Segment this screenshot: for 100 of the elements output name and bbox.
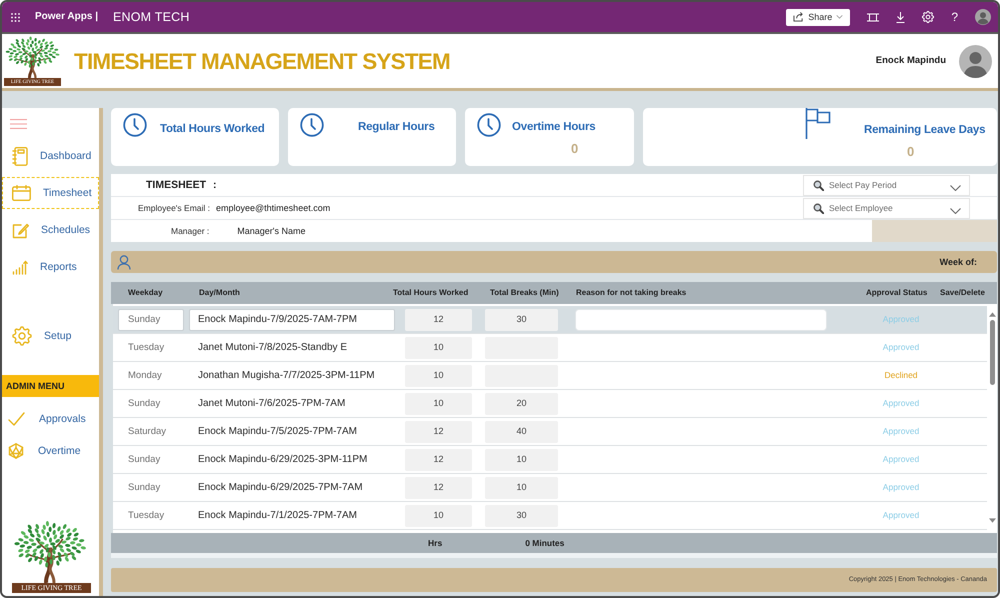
hours-field: 10 [405,504,472,526]
employee-dropdown[interactable]: Select Employee [803,198,970,218]
bar-chart-icon [12,260,28,274]
table-row[interactable]: Tuesday Janet Mutoni-7/8/2025-Standby E 10 Approved [113,334,987,362]
settings-icon[interactable] [922,11,934,23]
manager-value: Manager's Name [237,226,306,236]
email-value: employee@thtimesheet.com [216,202,330,214]
day-month-text: Enock Mapindu-7/5/2025-7PM-7AM [198,426,357,438]
download-icon[interactable] [896,12,906,22]
table-row[interactable]: Sunday Janet Mutoni-7/6/2025-7PM-7AM 10 20 Approved [113,390,987,418]
person-icon[interactable] [117,254,131,270]
breaks-field: 10 [485,476,558,498]
column-header: Total Hours Worked [393,288,468,298]
hours-field: 12 [405,476,472,498]
day-month-text: Janet Mutoni-7/6/2025-7PM-7AM [198,398,346,410]
reason-field[interactable] [575,308,827,330]
sidebar-item[interactable]: Reports [2,251,82,283]
hours-field: 10 [405,336,472,358]
table-row[interactable]: Tuesday Enock Mapindu-7/1/2025-7PM-7AM 10 30 Approved [113,502,987,530]
hours-field: 10 [405,392,472,414]
user-avatar[interactable] [959,44,992,78]
check-icon [8,412,25,426]
search-icon [813,180,824,190]
weekday-text: Saturday [128,426,166,438]
avatar-icon[interactable] [975,9,991,25]
chevron-down-icon [950,208,961,214]
tree-logo-icon [4,36,61,78]
approval-status: Approved [882,454,920,465]
column-header: Weekday [128,288,163,298]
column-header: Save/Delete [940,288,985,298]
app-name: Power Apps | [35,11,98,23]
column-header: Day/Month [199,288,240,298]
breaks-field: 40 [485,420,558,442]
share-button[interactable]: Share [786,8,850,26]
week-label: Week of: [940,256,977,268]
approval-status: Approved [882,342,920,353]
approval-status: Approved [882,426,920,437]
approval-status: Approved [882,482,920,493]
table-row[interactable]: Monday Jonathan Mugisha-7/7/2025-3PM-11PM 10 Declined [113,362,987,390]
approval-status: Approved [882,314,920,325]
clock-icon [300,113,324,137]
menu-icon[interactable] [10,119,27,129]
hours-field: 10 [405,364,472,386]
table-row[interactable]: Saturday Enock Mapindu-7/5/2025-7PM-7AM 12 40 Approved [113,418,987,446]
day-month-text: Jonathan Mugisha-7/7/2025-3PM-11PM [198,370,375,382]
settings-icon [12,326,32,346]
scroll-down-icon[interactable] [988,518,996,523]
weekday-text: Sunday [128,454,160,466]
search-icon [813,202,824,214]
admin-menu-heading: ADMIN MENU [2,375,99,397]
chevron-down-icon [950,184,961,191]
clock-icon [477,113,501,137]
table-row[interactable]: Sunday Enock Mapindu-6/29/2025-3PM-11PM 12 10 Approved [113,446,987,474]
scrollbar-thumb[interactable] [990,320,994,385]
breaks-field: 20 [485,392,558,414]
card-title: Remaining Leave Days [864,123,986,137]
sidebar-item[interactable]: Schedules [2,214,96,246]
weekday-field[interactable]: Sunday [118,308,184,330]
hours-field: 12 [405,448,472,470]
approval-status: Declined [884,370,918,381]
card-title: Overtime Hours [512,120,596,134]
share-icon [793,12,804,22]
breaks-field[interactable]: 30 [485,308,558,330]
weekday-text: Sunday [128,398,160,410]
app-launcher-icon[interactable] [11,12,20,22]
breaks-field: 10 [485,448,558,470]
help-button[interactable]: ? [951,11,958,23]
tree-logo-icon [12,520,88,583]
total-breaks: 0 Minutes [525,538,564,548]
column-header: Total Breaks (Min) [490,288,559,298]
card-title: Total Hours Worked [160,122,265,136]
pay-period-dropdown[interactable]: Select Pay Period [803,174,970,196]
approval-status: Approved [882,510,920,521]
table-row[interactable]: Sunday Enock Mapindu-6/29/2025-7PM-7AM 12 10 Approved [113,474,987,502]
fullscreen-icon[interactable] [867,12,880,22]
hours-field: 12 [405,420,472,442]
total-hours-label: Hrs [428,538,442,548]
user-name: Enock Mapindu [876,55,946,67]
day-month-text: Enock Mapindu-6/29/2025-3PM-11PM [198,454,368,466]
environment-name: ENOM TECH [113,10,190,24]
weekday-text: Tuesday [128,510,164,522]
flag-icon [805,108,831,139]
day-month-text: Enock Mapindu-6/29/2025-7PM-7AM [198,482,363,494]
manager-label: Manager : [171,226,210,236]
sidebar-item[interactable]: Setup [2,320,76,352]
hours-field[interactable]: 12 [405,308,472,330]
polyhedron-icon [8,443,24,459]
timesheet-heading: TIMESHEET : [146,178,217,192]
column-header: Approval Status [866,288,928,298]
chevron-down-icon [836,15,844,19]
scroll-up-icon[interactable] [988,312,996,317]
day-month-text: Janet Mutoni-7/8/2025-Standby E [198,342,347,354]
table-row[interactable]: Sunday Enock Mapindu-7/9/2025-7AM-7PM 12 30 Approved [113,306,987,334]
breaks-field: 30 [485,504,558,526]
sidebar-item[interactable]: Timesheet [2,177,99,209]
sidebar-item[interactable]: Approvals [2,403,91,435]
sidebar-item[interactable]: Overtime [2,435,86,467]
sidebar-item[interactable]: Dashboard [2,140,96,172]
weekday-text: Monday [128,370,162,382]
day-month-field[interactable]: Enock Mapindu-7/9/2025-7AM-7PM [189,308,395,330]
